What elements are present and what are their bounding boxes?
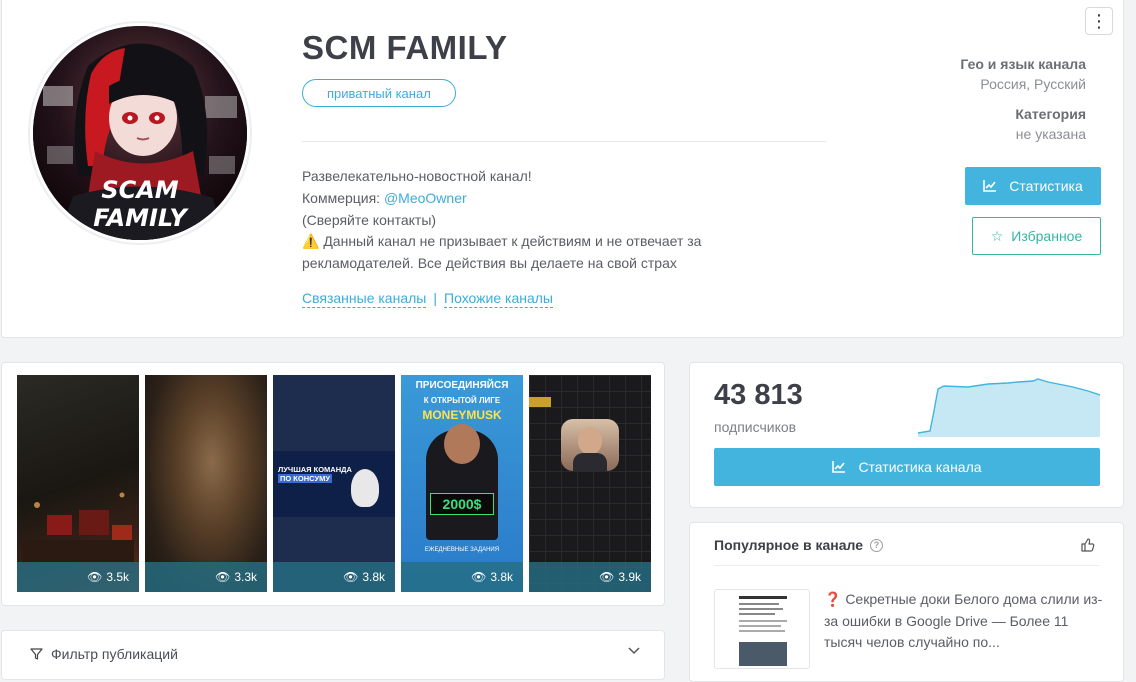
eye-icon: 👁	[87, 570, 103, 584]
chart-line-icon	[832, 461, 846, 473]
geo-label: Гео и язык канала	[960, 56, 1086, 72]
story-prize: 2000$	[430, 493, 494, 515]
avatar-logo-text-1: SCAM	[101, 176, 178, 204]
description-commerce: Коммерция: @MeoOwner	[302, 188, 772, 210]
story-mascot	[351, 469, 379, 507]
channel-statistics-label: Статистика канала	[858, 459, 982, 475]
subscribers-card: 43 813 подписчиков Статистика канала	[689, 362, 1124, 508]
warning-text: Данный канал не призывает к действиям и …	[302, 233, 702, 272]
channel-links: Связанные каналы | Похожие каналы	[302, 290, 553, 308]
popular-post-text[interactable]: ❓ Секретные доки Белого дома слили из-за…	[824, 589, 1109, 654]
story-views-count: 3.5k	[106, 570, 129, 584]
channel-avatar: SCAM FAMILY	[28, 21, 252, 245]
links-separator: |	[433, 290, 437, 306]
avatar-illustration: SCAM FAMILY	[33, 26, 247, 240]
chevron-down-icon[interactable]	[628, 647, 640, 655]
story-item[interactable]: ПРИСОЕДИНЯЙСЯ К ОТКРЫТОЙ ЛИГЕ MONEYMUSK …	[401, 375, 523, 592]
story-banner-line-1: ЛУЧШАЯ КОМАНДА	[278, 465, 352, 474]
story-views-count: 3.8k	[490, 570, 513, 584]
channel-header-card: ⋮ SCAM FAMILY SCM FAMILY приватный канал…	[1, 0, 1124, 338]
story-views: 👁 3.8k	[273, 562, 395, 592]
post-preview-image	[739, 596, 787, 666]
story-preview-image	[22, 492, 134, 562]
channel-statistics-button[interactable]: Статистика канала	[714, 448, 1100, 486]
commerce-label: Коммерция:	[302, 189, 384, 206]
story-headline-line-2: К ОТКРЫТОЙ ЛИГЕ	[423, 396, 501, 405]
popular-post-thumbnail[interactable]	[714, 589, 810, 669]
story-banner: ЛУЧШАЯ КОМАНДА ПО КОНСУМУ	[273, 451, 395, 517]
story-views: 👁 3.3k	[145, 562, 267, 592]
story-views-count: 3.8k	[362, 570, 385, 584]
story-banner-line-2: ПО КОНСУМУ	[278, 474, 333, 483]
popular-title: Популярное в канале	[714, 537, 863, 553]
warning-icon: ⚠️	[302, 233, 320, 250]
subscribers-count: 43 813	[714, 379, 803, 411]
related-channels-link[interactable]: Связанные каналы	[302, 290, 427, 308]
story-item[interactable]: 👁 3.3k	[145, 375, 267, 592]
subscribers-sparkline[interactable]	[918, 375, 1100, 437]
story-avatar	[561, 419, 619, 471]
story-views: 👁 3.8k	[401, 562, 523, 592]
story-footer-text: ЕЖЕДНЕВНЫЕ ЗАДАНИЯ	[424, 547, 500, 553]
description-warning: ⚠️ Данный канал не призывает к действиям…	[302, 231, 772, 275]
vertical-dots-icon: ⋮	[1090, 11, 1108, 31]
statistics-button-label: Статистика	[1009, 178, 1083, 194]
eye-icon: 👁	[215, 570, 231, 584]
story-views: 👁 3.5k	[17, 562, 139, 592]
popular-divider	[714, 565, 1100, 566]
help-icon[interactable]: ?	[870, 538, 883, 552]
favorite-button-label: Избранное	[1011, 228, 1083, 244]
story-tag	[529, 397, 551, 407]
avatar-image: SCAM FAMILY	[33, 26, 247, 240]
filter-card[interactable]: Фильтр публикаций	[1, 630, 665, 680]
story-headline-line-3: MONEYMUSK	[422, 408, 502, 422]
thumbs-up-icon[interactable]	[1081, 538, 1095, 552]
story-banner-text: ЛУЧШАЯ КОМАНДА ПО КОНСУМУ	[278, 465, 352, 483]
statistics-button[interactable]: Статистика	[965, 167, 1101, 205]
similar-channels-link[interactable]: Похожие каналы	[444, 290, 553, 308]
channel-title: SCM FAMILY	[302, 29, 508, 66]
story-views: 👁 3.9k	[529, 562, 651, 592]
category-label: Категория	[1015, 106, 1086, 122]
more-options-button[interactable]: ⋮	[1085, 7, 1113, 35]
filter-header: Фильтр публикаций	[30, 646, 178, 662]
stories-card: 👁 3.5k 👁 3.3k ЛУЧШАЯ КОМАНДА ПО КОНСУМУ 👁 3…	[1, 362, 665, 606]
filter-label: Фильтр публикаций	[51, 646, 178, 662]
category-value: не указана	[1015, 126, 1086, 142]
story-item[interactable]: 👁 3.5k	[17, 375, 139, 592]
popular-card: Популярное в канале ? ❓ Секретные доки Б…	[689, 522, 1124, 682]
story-views-count: 3.9k	[618, 570, 641, 584]
geo-language-block: Гео и язык канала Россия, Русский	[960, 56, 1086, 92]
eye-icon: 👁	[343, 570, 359, 584]
private-channel-badge: приватный канал	[302, 79, 456, 107]
story-headline: ПРИСОЕДИНЯЙСЯ К ОТКРЫТОЙ ЛИГЕ MONEYMUSK	[401, 378, 523, 423]
eye-icon: 👁	[599, 570, 615, 584]
star-icon: ☆	[990, 227, 1004, 244]
story-item[interactable]: 👁 3.9k	[529, 375, 651, 592]
description-line-3: (Сверяйте контакты)	[302, 211, 437, 228]
story-item[interactable]: ЛУЧШАЯ КОМАНДА ПО КОНСУМУ 👁 3.8k	[273, 375, 395, 592]
popular-header: Популярное в канале ?	[714, 537, 883, 553]
category-block: Категория не указана	[1015, 106, 1086, 142]
filter-icon	[30, 648, 43, 660]
story-figure	[426, 424, 498, 540]
header-divider	[302, 141, 826, 142]
chart-line-icon	[983, 180, 997, 192]
description-line-1: Развелекательно-новостной канал!	[302, 168, 532, 184]
geo-value: Россия, Русский	[980, 76, 1086, 92]
favorite-button[interactable]: ☆ Избранное	[972, 217, 1101, 255]
eye-icon: 👁	[471, 570, 487, 584]
story-headline-line-1: ПРИСОЕДИНЯЙСЯ	[415, 380, 509, 391]
channel-description: Развелекательно-новостной канал! Коммерц…	[302, 166, 772, 275]
story-views-count: 3.3k	[234, 570, 257, 584]
avatar-logo-text-2: FAMILY	[93, 204, 189, 232]
commerce-contact-link[interactable]: @MeoOwner	[384, 190, 467, 206]
subscribers-label: подписчиков	[714, 419, 797, 435]
